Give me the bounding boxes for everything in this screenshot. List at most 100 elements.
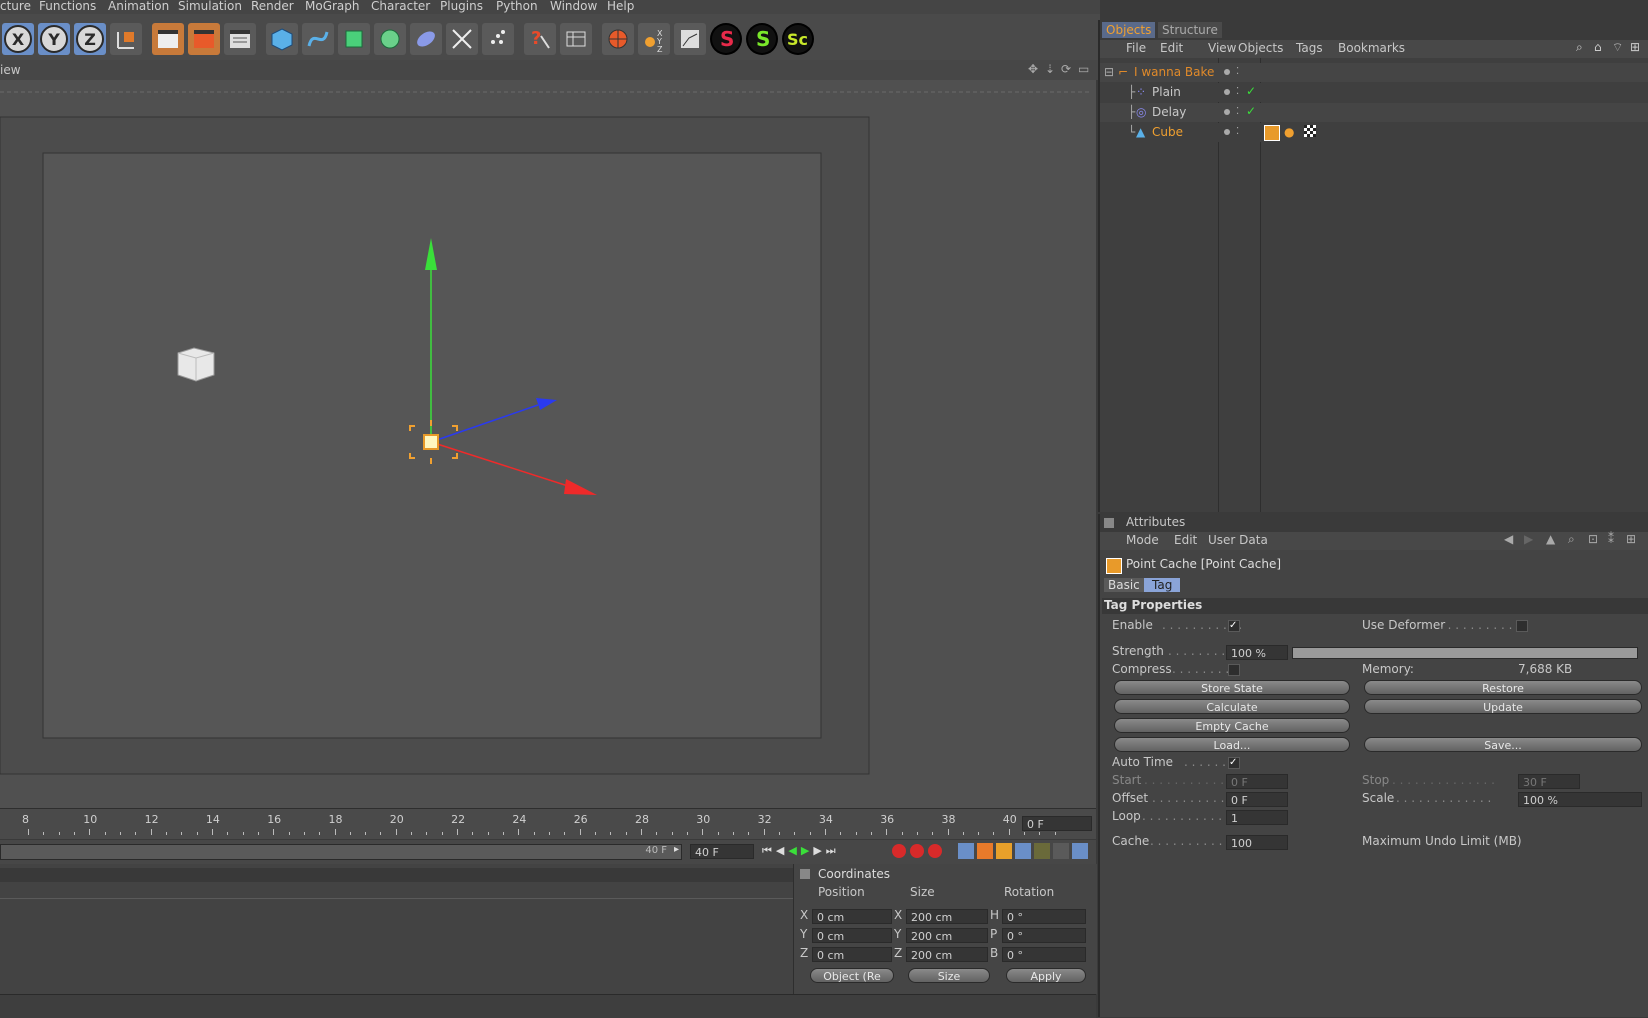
back-arrow-icon[interactable]: ◀ bbox=[1504, 532, 1513, 546]
menu-mograph[interactable]: MoGraph bbox=[305, 0, 360, 13]
y-axis-lock-button[interactable]: Y bbox=[38, 23, 70, 55]
coordinate-mode-select[interactable]: Object (Re bbox=[810, 968, 894, 983]
spline-button[interactable] bbox=[302, 23, 334, 55]
am-menu-edit[interactable]: Edit bbox=[1174, 533, 1197, 547]
size-mode-select[interactable]: Size bbox=[908, 968, 990, 983]
rot-h-field[interactable]: 0 ° bbox=[1002, 909, 1086, 924]
viewport-zoom-icon[interactable]: ⇣ bbox=[1045, 62, 1055, 76]
render-picture-viewer-button[interactable] bbox=[188, 23, 220, 55]
om-menu-bookmarks[interactable]: Bookmarks bbox=[1338, 41, 1405, 55]
nurbs-button[interactable] bbox=[338, 23, 370, 55]
panel-handle-icon[interactable] bbox=[800, 869, 810, 879]
menu-render[interactable]: Render bbox=[251, 0, 294, 13]
help-pointer-button[interactable]: ? bbox=[524, 23, 556, 55]
load-button[interactable]: Load... bbox=[1114, 737, 1350, 752]
play-forward-icon[interactable]: ▶ bbox=[801, 844, 809, 860]
object-row-delay[interactable]: ├ ◎ Delay ⁚ ✓ bbox=[1100, 103, 1648, 122]
home-icon[interactable]: ⌂ bbox=[1594, 40, 1602, 54]
auto-time-checkbox[interactable]: ✓ bbox=[1228, 757, 1240, 769]
loop-field[interactable]: 1 bbox=[1226, 810, 1288, 825]
om-menu-edit[interactable]: Edit bbox=[1160, 41, 1183, 55]
particles-button[interactable] bbox=[482, 23, 514, 55]
enable-checkbox[interactable]: ✓ bbox=[1228, 620, 1240, 632]
tab-tag[interactable]: Tag bbox=[1144, 578, 1181, 592]
key-parameter-icon[interactable] bbox=[1015, 843, 1031, 859]
render-view-button[interactable] bbox=[152, 23, 184, 55]
object-row-i-wanna-bake[interactable]: ⊟ ⌐ I wanna Bake ⁚ bbox=[1100, 63, 1648, 82]
globe-button[interactable] bbox=[602, 23, 634, 55]
enabled-check-icon[interactable]: ✓ bbox=[1246, 84, 1256, 98]
menu-simulation[interactable]: Simulation bbox=[178, 0, 242, 13]
panel-handle-icon[interactable] bbox=[1104, 518, 1114, 528]
new-window-icon[interactable]: ⊞ bbox=[1630, 40, 1640, 54]
menu-python[interactable]: Python bbox=[496, 0, 538, 13]
render-dot-icon[interactable]: ⁚ bbox=[1236, 126, 1239, 137]
graph-button[interactable] bbox=[674, 23, 706, 55]
plugin-sc-button[interactable]: Sc bbox=[782, 23, 814, 55]
scale-field[interactable]: 100 % bbox=[1518, 792, 1642, 807]
pos-x-field[interactable]: 0 cm bbox=[812, 909, 892, 924]
size-y-field[interactable]: 200 cm bbox=[906, 928, 988, 943]
viewport-move-icon[interactable]: ✥ bbox=[1028, 62, 1038, 76]
render-dot-icon[interactable]: ⁚ bbox=[1236, 86, 1239, 97]
size-x-field[interactable]: 200 cm bbox=[906, 909, 988, 924]
key-position-icon[interactable] bbox=[958, 843, 974, 859]
object-row-plain[interactable]: ├ ⁘ Plain ⁚ ✓ bbox=[1100, 83, 1648, 102]
viewport-rotate-icon[interactable]: ⟳ bbox=[1061, 62, 1071, 76]
settings-icon[interactable]: ⁑ bbox=[1608, 532, 1614, 546]
collapse-icon[interactable]: ⌔ bbox=[1612, 40, 1623, 55]
cube-primitive-button[interactable] bbox=[266, 23, 298, 55]
key-interpolation-icon[interactable] bbox=[1072, 843, 1088, 859]
cache-field[interactable]: 100 bbox=[1226, 835, 1288, 850]
current-frame-field[interactable]: 0 F bbox=[1022, 816, 1092, 831]
search-icon[interactable]: ⌕ bbox=[1576, 40, 1583, 55]
xyz-button[interactable]: XYZ bbox=[638, 23, 670, 55]
am-menu-mode[interactable]: Mode bbox=[1126, 533, 1159, 547]
pos-y-field[interactable]: 0 cm bbox=[812, 928, 892, 943]
step-forward-icon[interactable]: ▶ bbox=[813, 844, 821, 860]
render-settings-button[interactable] bbox=[224, 23, 256, 55]
menu-help[interactable]: Help bbox=[607, 0, 634, 13]
calculate-button[interactable]: Calculate bbox=[1114, 699, 1350, 714]
rot-b-field[interactable]: 0 ° bbox=[1002, 947, 1086, 962]
point-cache-tag-icon[interactable] bbox=[1264, 125, 1280, 141]
up-arrow-icon[interactable]: ▲ bbox=[1546, 532, 1555, 546]
object-row-cube[interactable]: └ ▲ Cube ⁚ ● bbox=[1100, 123, 1648, 142]
strength-slider[interactable] bbox=[1292, 647, 1638, 659]
pos-z-field[interactable]: 0 cm bbox=[812, 947, 892, 962]
viewport[interactable] bbox=[0, 80, 1096, 808]
stop-field[interactable]: 30 F bbox=[1518, 774, 1580, 789]
lock-icon[interactable]: ⊡ bbox=[1588, 532, 1598, 546]
forward-arrow-icon[interactable]: ▶ bbox=[1524, 532, 1533, 546]
coordinate-system-button[interactable] bbox=[110, 23, 142, 55]
empty-cache-button[interactable]: Empty Cache bbox=[1114, 718, 1350, 733]
auto-key-icon[interactable] bbox=[910, 844, 924, 858]
om-menu-tags[interactable]: Tags bbox=[1296, 41, 1323, 55]
search-icon[interactable]: ⌕ bbox=[1568, 532, 1575, 547]
end-frame-field[interactable]: 40 F bbox=[690, 844, 754, 859]
step-back-icon[interactable]: ◀ bbox=[776, 844, 784, 860]
play-backward-icon[interactable]: ◀ bbox=[788, 844, 796, 860]
texture-tag-icon[interactable] bbox=[1304, 125, 1316, 137]
om-menu-view[interactable]: View bbox=[1208, 41, 1236, 55]
offset-field[interactable]: 0 F bbox=[1226, 792, 1288, 807]
render-dot-icon[interactable]: ⁚ bbox=[1236, 66, 1239, 77]
expand-icon[interactable]: ⊟ bbox=[1104, 65, 1114, 79]
phong-tag-icon[interactable]: ● bbox=[1284, 125, 1294, 139]
key-pla-icon[interactable] bbox=[1034, 843, 1050, 859]
om-menu-objects[interactable]: Objects bbox=[1238, 41, 1283, 55]
menu-animation[interactable]: Animation bbox=[108, 0, 169, 13]
compress-checkbox[interactable] bbox=[1228, 664, 1240, 676]
visibility-dot-icon[interactable] bbox=[1224, 129, 1230, 135]
restore-button[interactable]: Restore bbox=[1364, 680, 1642, 695]
store-state-button[interactable]: Store State bbox=[1114, 680, 1350, 695]
render-dot-icon[interactable]: ⁚ bbox=[1236, 106, 1239, 117]
layout-button[interactable] bbox=[560, 23, 592, 55]
save-button[interactable]: Save... bbox=[1364, 737, 1642, 752]
keyframe-selection-icon[interactable] bbox=[928, 844, 942, 858]
tab-basic[interactable]: Basic bbox=[1104, 578, 1144, 592]
visibility-dot-icon[interactable] bbox=[1224, 89, 1230, 95]
key-rotation-icon[interactable] bbox=[996, 843, 1012, 859]
menu-window[interactable]: Window bbox=[550, 0, 597, 13]
tab-objects[interactable]: Objects bbox=[1102, 22, 1156, 38]
